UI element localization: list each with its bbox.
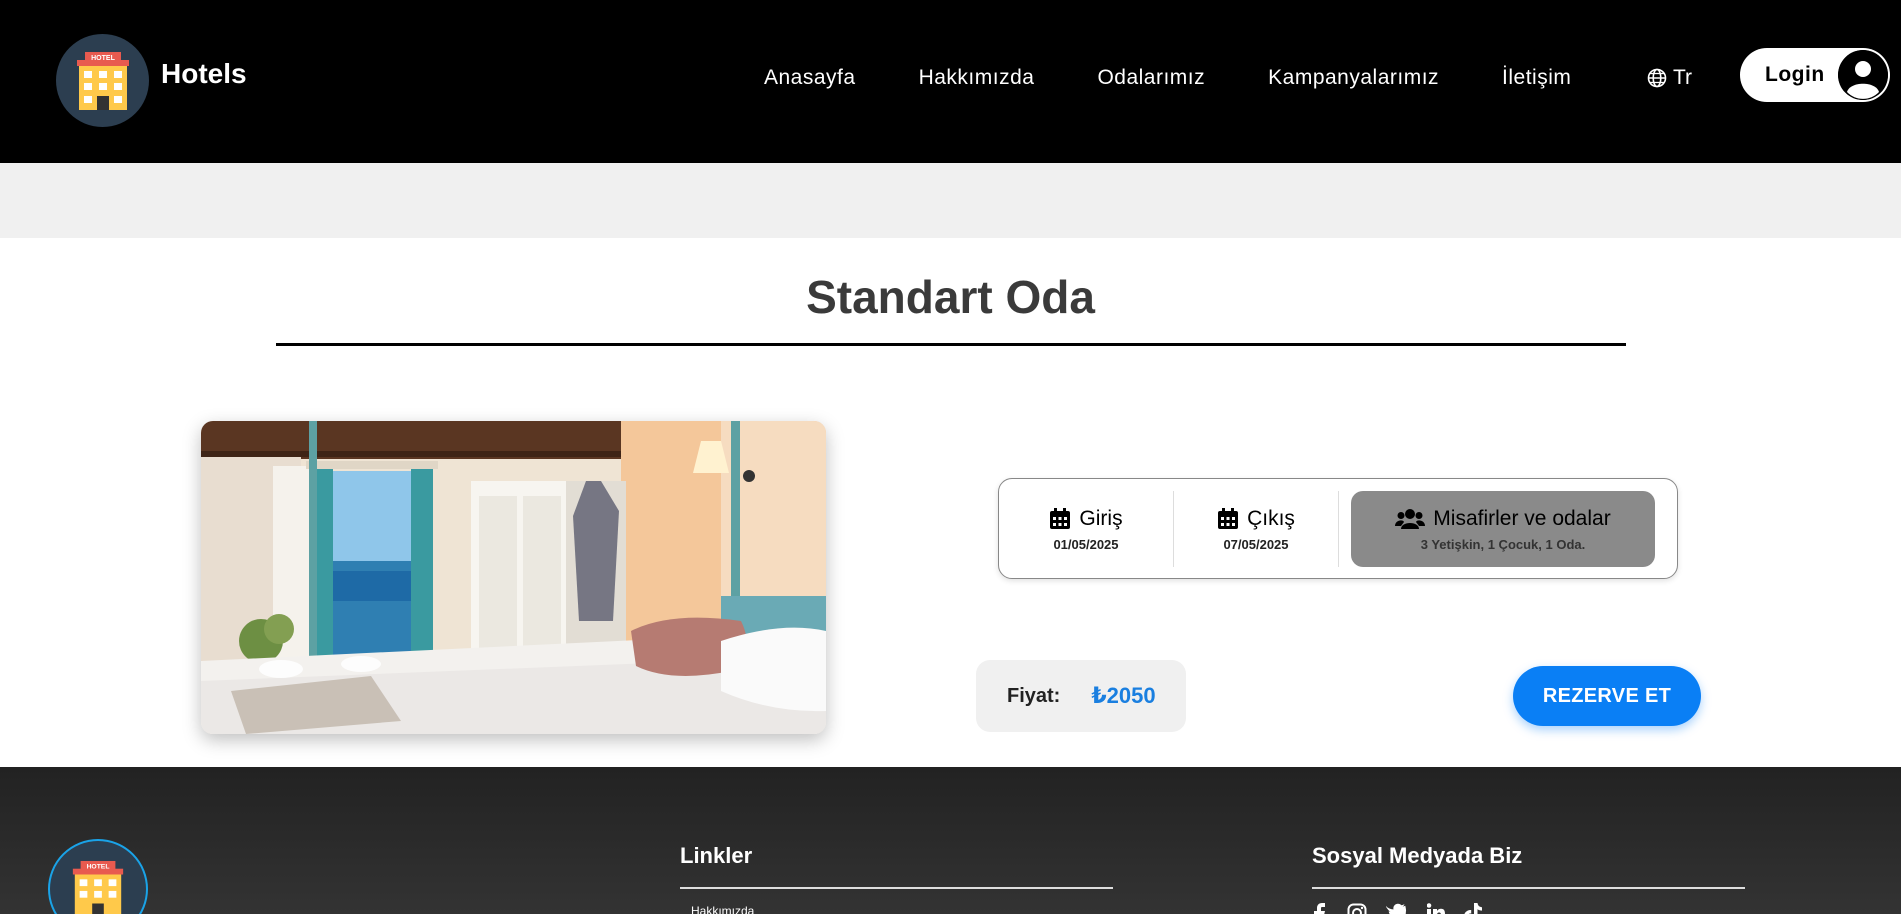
footer-link-hakkimizda[interactable]: Hakkımızda [691, 904, 754, 914]
nav-iletisim[interactable]: İletişim [1502, 66, 1571, 90]
title-divider [276, 343, 1626, 346]
guests-label: Misafirler ve odalar [1433, 506, 1611, 530]
user-avatar-icon [1838, 50, 1888, 100]
site-header: HOTEL Hotels Anasayfa Hakkımızda Odaları… [0, 0, 1901, 163]
globe-icon [1647, 68, 1667, 88]
page-title: Standart Oda [806, 271, 1095, 323]
footer-social-divider [1312, 887, 1745, 889]
logo[interactable]: HOTEL Hotels [56, 34, 247, 127]
users-icon [1395, 508, 1426, 529]
svg-text:HOTEL: HOTEL [91, 55, 115, 62]
footer-hotel-logo-icon[interactable]: HOTEL [48, 839, 148, 914]
brand-name: Hotels [161, 58, 247, 89]
grey-band [0, 163, 1901, 238]
room-image [201, 421, 826, 734]
login-button[interactable]: Login [1740, 48, 1890, 102]
footer-social-title: Sosyal Medyada Biz [1312, 843, 1523, 868]
price-value: ₺2050 [1091, 683, 1156, 708]
tiktok-icon[interactable] [1464, 903, 1482, 914]
guests-rooms-field[interactable]: Misafirler ve odalar 3 Yetişkin, 1 Çocuk… [1351, 491, 1655, 567]
instagram-icon[interactable] [1347, 903, 1367, 914]
checkout-field[interactable]: Çıkış 07/05/2025 [1174, 491, 1339, 567]
social-icons [1312, 903, 1501, 914]
footer-links-divider [680, 887, 1113, 889]
language-label: Tr [1673, 66, 1693, 89]
twitter-icon[interactable] [1386, 903, 1408, 914]
svg-text:HOTEL: HOTEL [87, 864, 110, 871]
main-nav: Anasayfa Hakkımızda Odalarımız Kampanyal… [764, 66, 1634, 90]
guests-value: 3 Yetişkin, 1 Çocuk, 1 Oda. [1420, 536, 1586, 552]
hotel-logo-icon: HOTEL [56, 34, 149, 127]
checkin-date: 01/05/2025 [1053, 536, 1119, 552]
login-label: Login [1765, 63, 1825, 86]
checkin-field[interactable]: Giriş 01/05/2025 [999, 491, 1174, 567]
footer-links-title: Linkler [680, 843, 753, 868]
nav-odalarimiz[interactable]: Odalarımız [1097, 66, 1205, 90]
site-footer: HOTEL Linkler Hakkımızda Sosyal Medyada … [0, 767, 1901, 914]
calendar-icon [1050, 507, 1071, 529]
nav-hakkimizda[interactable]: Hakkımızda [919, 66, 1035, 90]
checkout-date: 07/05/2025 [1223, 536, 1289, 552]
facebook-icon[interactable] [1312, 903, 1328, 914]
checkout-label: Çıkış [1247, 506, 1295, 530]
calendar-icon [1218, 507, 1239, 529]
booking-panel: Giriş 01/05/2025 Çıkış 07/05/2025 Misafi… [998, 478, 1678, 579]
price-label: Fiyat: [1007, 684, 1061, 707]
price-box: Fiyat: ₺2050 [976, 660, 1186, 732]
language-selector[interactable]: Tr [1647, 66, 1692, 90]
reserve-button[interactable]: REZERVE ET [1513, 666, 1701, 726]
checkin-label: Giriş [1079, 506, 1123, 530]
linkedin-icon[interactable] [1427, 903, 1445, 914]
nav-kampanyalarimiz[interactable]: Kampanyalarımız [1268, 66, 1439, 90]
nav-anasayfa[interactable]: Anasayfa [764, 66, 856, 90]
